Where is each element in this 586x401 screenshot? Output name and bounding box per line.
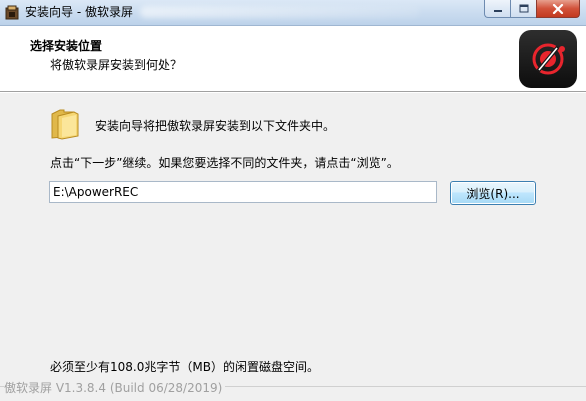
disk-space-text: 必须至少有108.0兆字节（MB）的闲置磁盘空间。 (50, 360, 319, 374)
folder-icon (51, 109, 79, 140)
page-title: 选择安装位置 (30, 39, 103, 53)
installer-window: 安装向导 - 傲软录屏 选择安装位置 将傲软录屏安装到何处？ 安装向导将把傲软录… (0, 0, 586, 401)
maximize-icon (519, 4, 528, 13)
record-logo-glyph (532, 43, 565, 75)
header-divider (0, 92, 586, 93)
maximize-button[interactable] (510, 0, 536, 18)
instruction-text: 点击“下一步”继续。如果您要选择不同的文件夹，请点击“浏览”。 (50, 156, 399, 170)
minimize-button[interactable] (484, 0, 510, 18)
install-info-text: 安装向导将把傲软录屏安装到以下文件夹中。 (95, 119, 336, 133)
install-path-input[interactable] (49, 181, 437, 203)
title-bar-glass (140, 6, 420, 18)
version-label: 傲软录屏 V1.3.8.4 (Build 06/28/2019) (4, 379, 226, 396)
caption-buttons (484, 0, 580, 19)
window-title: 安装向导 - 傲软录屏 (25, 5, 133, 19)
close-icon (552, 3, 564, 14)
record-logo-icon (519, 30, 577, 88)
page-subtitle: 将傲软录屏安装到何处？ (50, 58, 183, 72)
title-bar[interactable]: 安装向导 - 傲软录屏 (0, 0, 586, 26)
installer-app-icon (5, 5, 19, 20)
browse-button[interactable]: 浏览(R)... (450, 181, 536, 205)
close-button[interactable] (536, 0, 580, 18)
minimize-icon (493, 9, 502, 12)
wizard-header: 选择安装位置 将傲软录屏安装到何处？ (0, 26, 586, 92)
